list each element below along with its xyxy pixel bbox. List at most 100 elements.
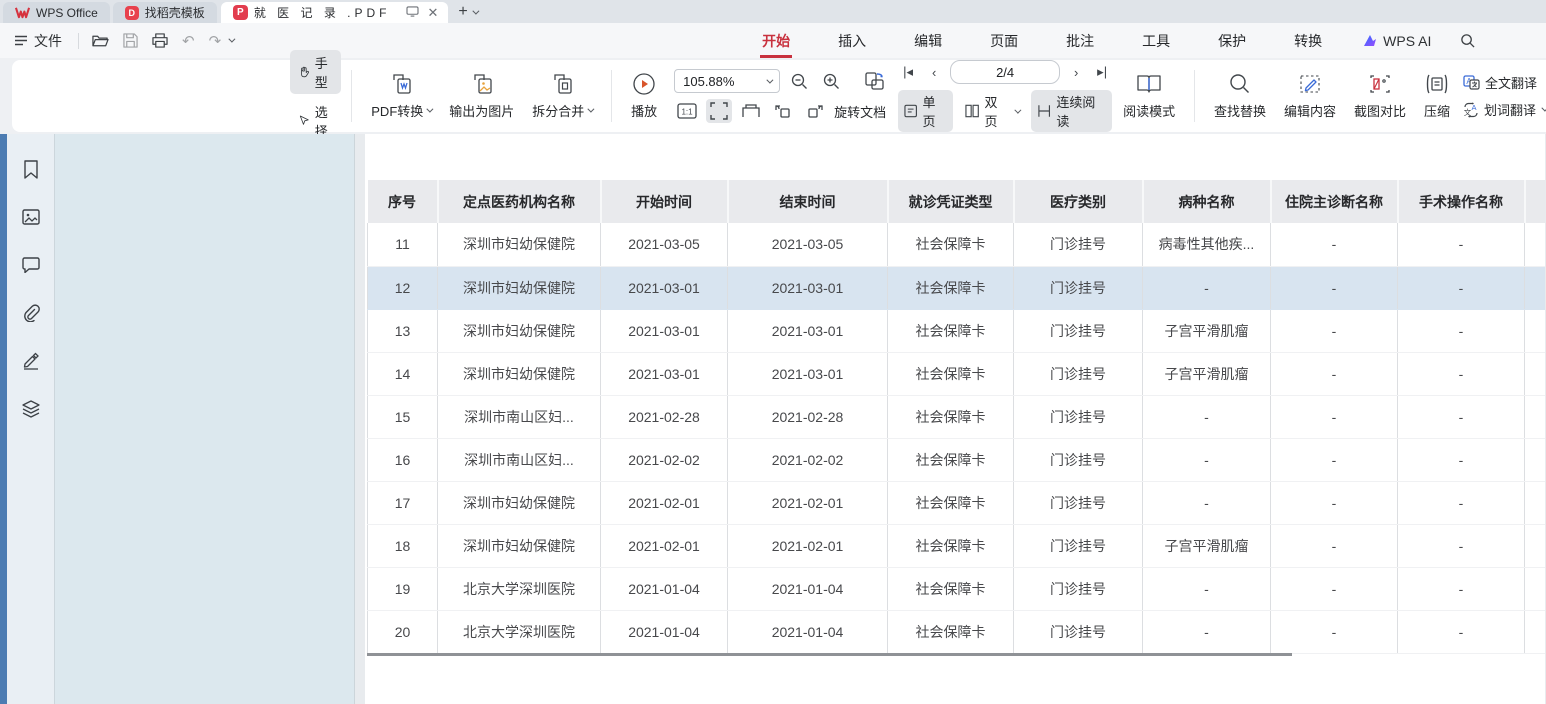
table-cell: 社会保障卡 <box>888 395 1014 438</box>
table-cell <box>1525 481 1546 524</box>
edit-content-button[interactable]: 编辑内容 <box>1275 70 1345 122</box>
table-cell <box>1525 309 1546 352</box>
table-row[interactable]: 12深圳市妇幼保健院2021-03-012021-03-01社会保障卡门诊挂号-… <box>368 266 1546 309</box>
table-cell: - <box>1271 266 1398 309</box>
column-header: 病种名称 <box>1143 180 1271 223</box>
table-cell: - <box>1271 481 1398 524</box>
last-page-icon[interactable]: ▸| <box>1092 64 1112 80</box>
table-cell: 2021-02-02 <box>728 438 888 481</box>
table-cell: 深圳市妇幼保健院 <box>438 481 601 524</box>
print-icon[interactable] <box>145 33 175 48</box>
play-button[interactable]: 播放 <box>622 70 666 122</box>
tab-list-chevron-icon[interactable] <box>472 8 479 15</box>
table-cell: - <box>1271 309 1398 352</box>
monitor-icon[interactable] <box>406 6 419 20</box>
zoom-level-select[interactable]: 105.88% <box>674 69 780 93</box>
table-cell: 门诊挂号 <box>1014 395 1143 438</box>
menu-tab-home[interactable]: 开始 <box>738 23 814 58</box>
tab-bar: WPS Office D 找稻壳模板 P 就 医 记 录 .PDF ✕ + <box>0 0 1546 23</box>
rotate-document-icon[interactable] <box>862 69 888 93</box>
table-cell: 子宫平滑肌瘤 <box>1143 309 1271 352</box>
menu-search-icon[interactable] <box>1453 33 1482 48</box>
attachment-icon[interactable] <box>20 302 42 324</box>
fit-page-icon[interactable] <box>738 99 764 123</box>
compress-button[interactable]: 压缩 <box>1415 70 1459 122</box>
table-cell: 北京大学深圳医院 <box>438 567 601 610</box>
table-row[interactable]: 20北京大学深圳医院2021-01-042021-01-04社会保障卡门诊挂号-… <box>368 610 1546 653</box>
table-row[interactable]: 14深圳市妇幼保健院2021-03-012021-03-01社会保障卡门诊挂号子… <box>368 352 1546 395</box>
tab-document[interactable]: P 就 医 记 录 .PDF ✕ <box>221 2 449 23</box>
table-row[interactable]: 17深圳市妇幼保健院2021-02-012021-02-01社会保障卡门诊挂号-… <box>368 481 1546 524</box>
comment-icon[interactable] <box>20 254 42 276</box>
table-cell: 门诊挂号 <box>1014 223 1143 266</box>
menu-tab-insert[interactable]: 插入 <box>814 23 890 58</box>
open-folder-icon[interactable] <box>85 34 116 48</box>
zoom-in-icon[interactable] <box>818 69 844 93</box>
save-icon[interactable] <box>116 33 145 48</box>
hand-tool-button[interactable]: 手型 <box>290 50 341 94</box>
actual-size-icon[interactable]: 1:1 <box>674 99 700 123</box>
table-cell: 社会保障卡 <box>888 567 1014 610</box>
menu-tab-protect[interactable]: 保护 <box>1194 23 1270 58</box>
table-row[interactable]: 15深圳市南山区妇...2021-02-282021-02-28社会保障卡门诊挂… <box>368 395 1546 438</box>
document-area[interactable]: 序号定点医药机构名称开始时间结束时间就诊凭证类型医疗类别病种名称住院主诊断名称手… <box>355 134 1546 704</box>
layers-icon[interactable] <box>20 398 42 420</box>
full-translate-button[interactable]: A 全文翻译 <box>1463 73 1546 92</box>
word-translate-icon: A文 <box>1463 102 1479 118</box>
first-page-icon[interactable]: |◂ <box>898 64 918 80</box>
close-tab-icon[interactable]: ✕ <box>425 5 440 21</box>
menu-tab-convert[interactable]: 转换 <box>1270 23 1346 58</box>
table-cell: - <box>1271 524 1398 567</box>
read-mode-button[interactable]: 阅读模式 <box>1114 70 1184 122</box>
signature-icon[interactable] <box>20 350 42 372</box>
thumbnail-icon[interactable] <box>20 206 42 228</box>
redo-icon[interactable]: ↷ <box>202 32 229 50</box>
double-page-button[interactable]: 双页 <box>959 90 1025 132</box>
table-row[interactable]: 13深圳市妇幼保健院2021-03-012021-03-01社会保障卡门诊挂号子… <box>368 309 1546 352</box>
continuous-read-button[interactable]: 连续阅读 <box>1031 90 1112 132</box>
rotate-document-label[interactable]: 旋转文档 <box>834 102 886 121</box>
pdf-page: 序号定点医药机构名称开始时间结束时间就诊凭证类型医疗类别病种名称住院主诊断名称手… <box>365 134 1545 704</box>
rotate-right-icon[interactable] <box>802 99 828 123</box>
menu-tab-page[interactable]: 页面 <box>966 23 1042 58</box>
rotate-left-icon[interactable] <box>770 99 796 123</box>
table-row[interactable]: 19北京大学深圳医院2021-01-042021-01-04社会保障卡门诊挂号-… <box>368 567 1546 610</box>
quick-access-chevron-icon[interactable] <box>229 36 236 43</box>
table-row[interactable]: 11深圳市妇幼保健院2021-03-052021-03-05社会保障卡门诊挂号病… <box>368 223 1546 266</box>
menu-tab-tools[interactable]: 工具 <box>1118 23 1194 58</box>
zoom-out-icon[interactable] <box>786 69 812 93</box>
tab-wps-office[interactable]: WPS Office <box>3 2 110 23</box>
wps-ai-button[interactable]: WPS AI <box>1346 33 1447 49</box>
table-bottom-border <box>367 653 1292 656</box>
main-area: 序号定点医药机构名称开始时间结束时间就诊凭证类型医疗类别病种名称住院主诊断名称手… <box>0 134 1546 704</box>
table-cell: 19 <box>368 567 438 610</box>
pdf-convert-button[interactable]: PDF转换 <box>362 70 440 122</box>
previous-page-icon[interactable]: ‹ <box>924 65 944 80</box>
next-page-icon[interactable]: › <box>1066 65 1086 80</box>
table-row[interactable]: 18深圳市妇幼保健院2021-02-012021-02-01社会保障卡门诊挂号子… <box>368 524 1546 567</box>
menu-tab-edit[interactable]: 编辑 <box>890 23 966 58</box>
file-menu-button[interactable]: 文件 <box>0 31 72 51</box>
menu-tab-comment[interactable]: 批注 <box>1042 23 1118 58</box>
chevron-down-icon <box>1015 106 1022 113</box>
find-replace-button[interactable]: 查找替换 <box>1205 70 1275 122</box>
undo-icon[interactable]: ↶ <box>175 32 202 50</box>
new-tab-button[interactable]: + <box>458 3 467 21</box>
navigation-panel[interactable] <box>55 134 355 704</box>
tab-docer[interactable]: D 找稻壳模板 <box>113 2 217 23</box>
page-number-input[interactable]: 2/4 <box>950 60 1060 84</box>
word-translate-button[interactable]: A文 划词翻译 <box>1463 100 1546 119</box>
toolbar-area: 手型 选择 PDF转换 输出为图片 拆分合并 <box>0 58 1546 134</box>
search-icon <box>1229 72 1251 96</box>
table-cell: 2021-03-01 <box>728 352 888 395</box>
table-body: 11深圳市妇幼保健院2021-03-052021-03-05社会保障卡门诊挂号病… <box>368 223 1546 653</box>
export-image-button[interactable]: 输出为图片 <box>440 70 523 122</box>
bookmark-icon[interactable] <box>20 158 42 180</box>
fit-width-icon[interactable] <box>706 99 732 123</box>
screenshot-compare-button[interactable]: 截图对比 <box>1345 70 1415 122</box>
table-cell: 深圳市妇幼保健院 <box>438 352 601 395</box>
split-merge-button[interactable]: 拆分合并 <box>523 70 601 122</box>
table-row[interactable]: 16深圳市南山区妇...2021-02-022021-02-02社会保障卡门诊挂… <box>368 438 1546 481</box>
table-cell: 门诊挂号 <box>1014 352 1143 395</box>
single-page-button[interactable]: 单页 <box>898 90 953 132</box>
